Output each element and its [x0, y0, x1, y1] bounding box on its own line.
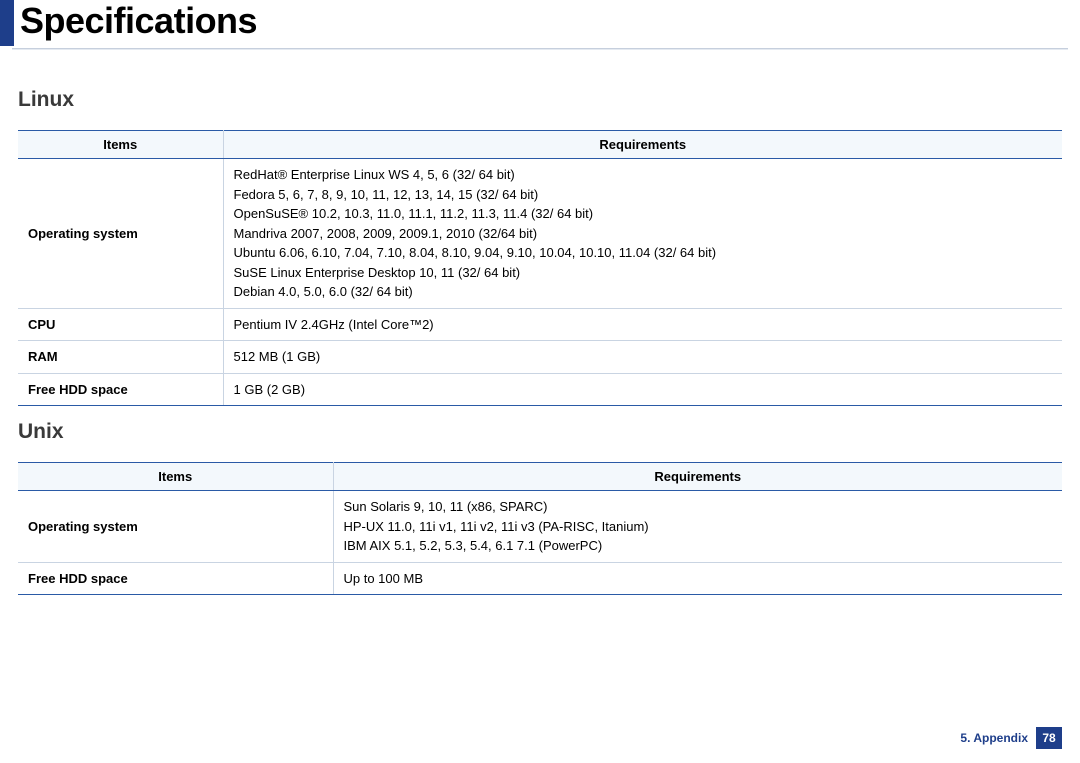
- table-row: Operating system Sun Solaris 9, 10, 11 (…: [18, 491, 1062, 563]
- item-value: 512 MB (1 GB): [223, 341, 1062, 374]
- page-footer: 5. Appendix 78: [960, 727, 1062, 749]
- req-line: Ubuntu 6.06, 6.10, 7.04, 7.10, 8.04, 8.1…: [234, 243, 1053, 263]
- unix-spec-table: Items Requirements Operating system Sun …: [18, 462, 1062, 595]
- col-requirements: Requirements: [333, 463, 1062, 491]
- item-label: RAM: [18, 341, 223, 374]
- content-area: Linux Items Requirements Operating syste…: [0, 56, 1080, 595]
- item-label: Free HDD space: [18, 562, 333, 595]
- item-value: 1 GB (2 GB): [223, 373, 1062, 406]
- item-value: RedHat® Enterprise Linux WS 4, 5, 6 (32/…: [223, 159, 1062, 309]
- footer-section-label: 5. Appendix: [960, 731, 1028, 745]
- table-header-row: Items Requirements: [18, 131, 1062, 159]
- item-value: Sun Solaris 9, 10, 11 (x86, SPARC) HP-UX…: [333, 491, 1062, 563]
- req-line: Sun Solaris 9, 10, 11 (x86, SPARC): [344, 497, 1053, 517]
- table-row: CPU Pentium IV 2.4GHz (Intel Core™2): [18, 308, 1062, 341]
- item-label: Free HDD space: [18, 373, 223, 406]
- table-row: Free HDD space Up to 100 MB: [18, 562, 1062, 595]
- table-header-row: Items Requirements: [18, 463, 1062, 491]
- col-items: Items: [18, 131, 223, 159]
- linux-spec-table: Items Requirements Operating system RedH…: [18, 130, 1062, 406]
- col-requirements: Requirements: [223, 131, 1062, 159]
- page-title: Specifications: [14, 0, 257, 42]
- req-line: Debian 4.0, 5.0, 6.0 (32/ 64 bit): [234, 282, 1053, 302]
- table-row: Operating system RedHat® Enterprise Linu…: [18, 159, 1062, 309]
- section-title-unix: Unix: [18, 420, 1062, 444]
- section-title-linux: Linux: [18, 88, 1062, 112]
- page-header: Specifications: [0, 0, 1080, 48]
- table-row: RAM 512 MB (1 GB): [18, 341, 1062, 374]
- title-underline: [12, 48, 1068, 50]
- req-line: Mandriva 2007, 2008, 2009, 2009.1, 2010 …: [234, 224, 1053, 244]
- table-row: Free HDD space 1 GB (2 GB): [18, 373, 1062, 406]
- item-label: Operating system: [18, 159, 223, 309]
- req-line: OpenSuSE® 10.2, 10.3, 11.0, 11.1, 11.2, …: [234, 204, 1053, 224]
- page-number: 78: [1036, 727, 1062, 749]
- item-value: Pentium IV 2.4GHz (Intel Core™2): [223, 308, 1062, 341]
- col-items: Items: [18, 463, 333, 491]
- item-label: Operating system: [18, 491, 333, 563]
- req-line: RedHat® Enterprise Linux WS 4, 5, 6 (32/…: [234, 165, 1053, 185]
- req-line: Fedora 5, 6, 7, 8, 9, 10, 11, 12, 13, 14…: [234, 185, 1053, 205]
- item-value: Up to 100 MB: [333, 562, 1062, 595]
- req-line: SuSE Linux Enterprise Desktop 10, 11 (32…: [234, 263, 1053, 283]
- item-label: CPU: [18, 308, 223, 341]
- title-accent-bar: [0, 0, 14, 46]
- req-line: IBM AIX 5.1, 5.2, 5.3, 5.4, 6.1 7.1 (Pow…: [344, 536, 1053, 556]
- req-line: HP-UX 11.0, 11i v1, 11i v2, 11i v3 (PA-R…: [344, 517, 1053, 537]
